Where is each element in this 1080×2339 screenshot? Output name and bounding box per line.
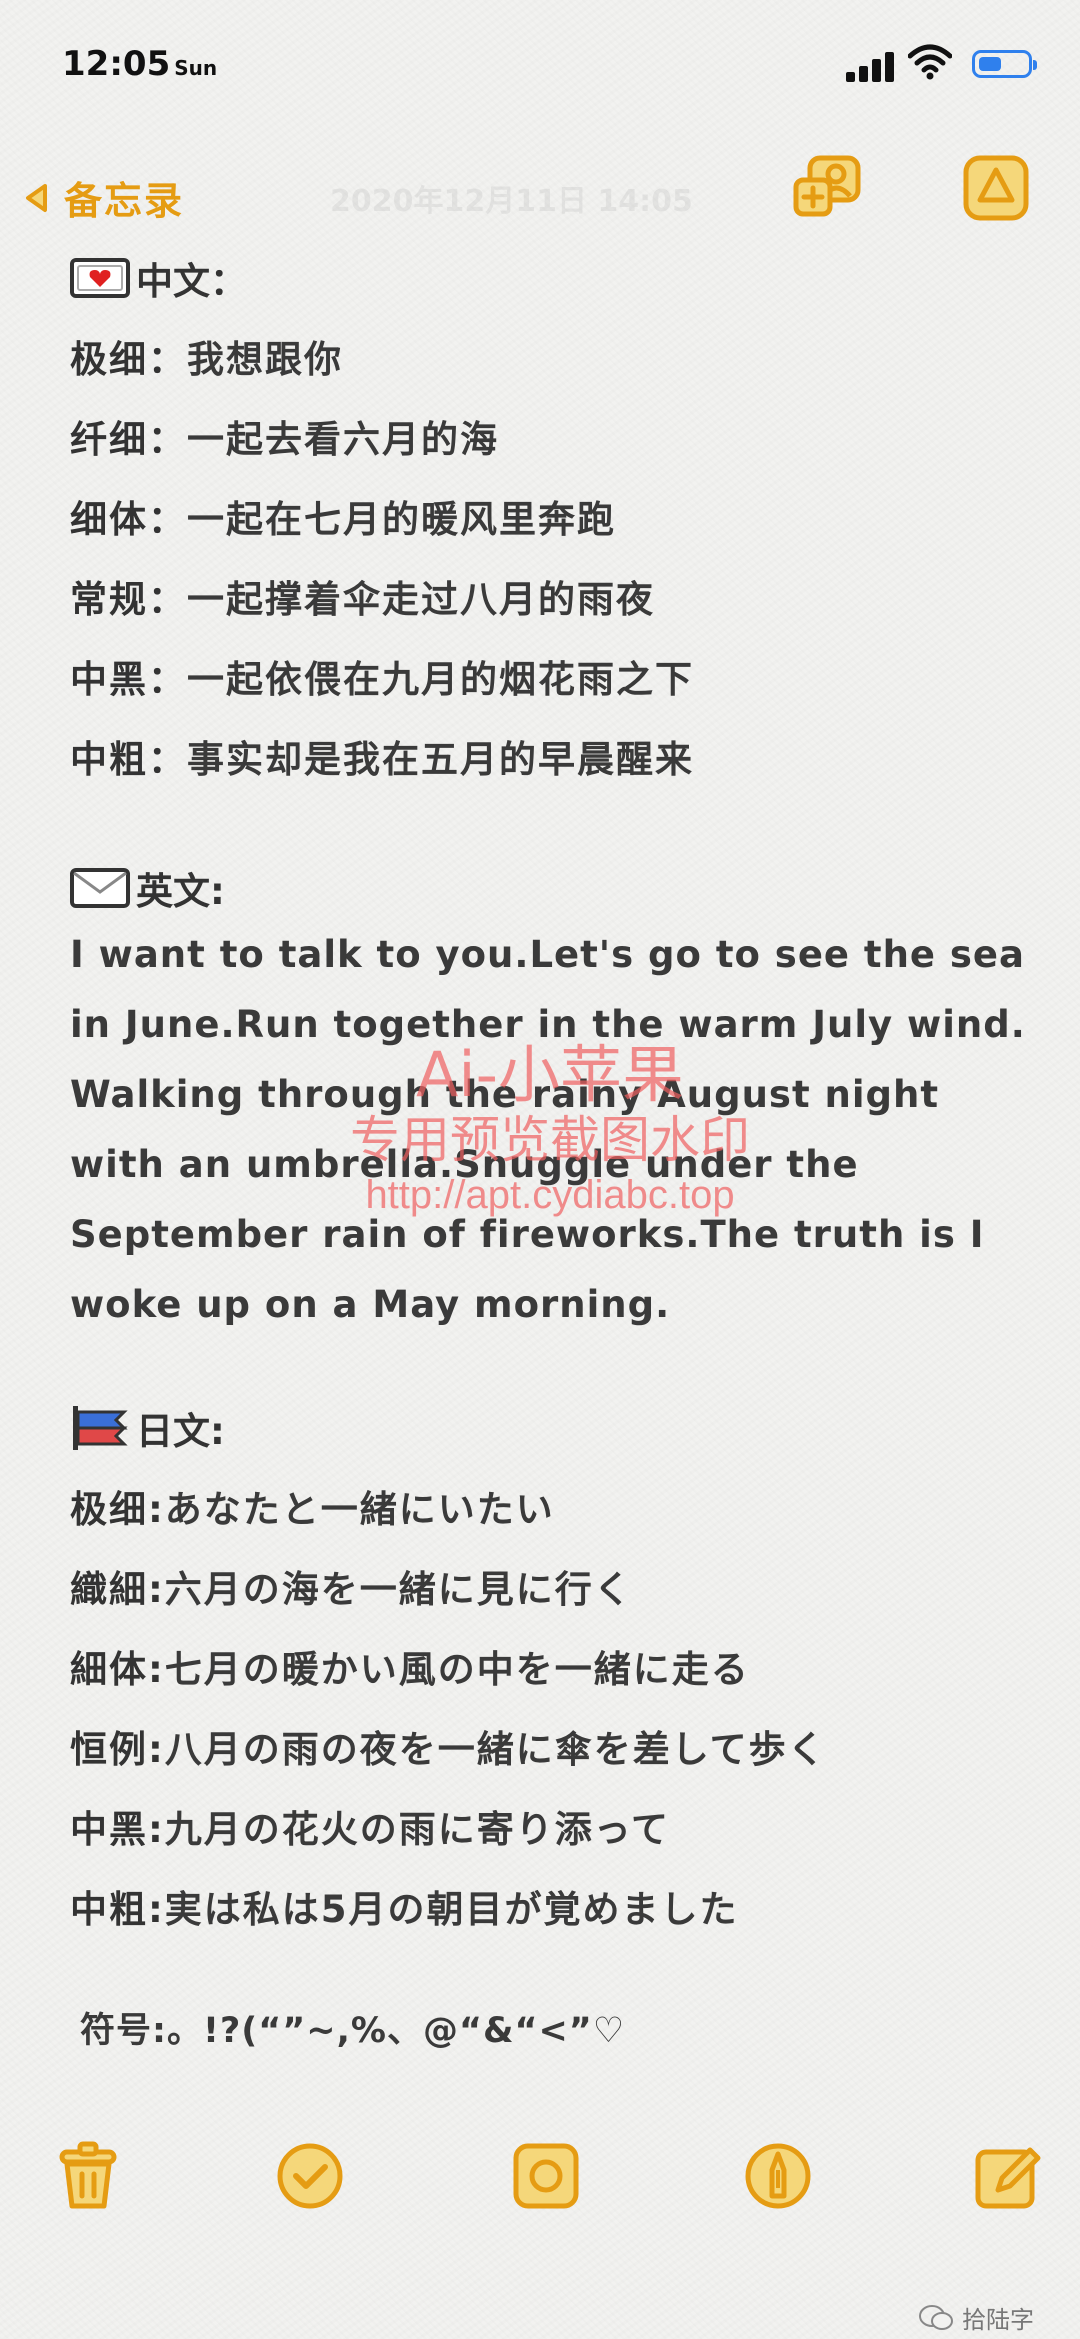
wechat-signature: 拾陆字 <box>918 2300 1034 2335</box>
japanese-line: 极细:あなたと一緒にいたい <box>70 1470 1030 1550</box>
line-label: 細体: <box>70 1648 165 1691</box>
envelope-icon <box>70 868 130 908</box>
add-people-icon[interactable] <box>792 152 864 224</box>
checkmark-icon[interactable] <box>274 2140 346 2212</box>
wechat-icon <box>919 2304 953 2330</box>
line-text: 九月の花火の雨に寄り添って <box>164 1808 670 1851</box>
line-text: 我想跟你 <box>187 338 343 381</box>
day-text: Sun <box>174 56 218 80</box>
heading-text: 中文： <box>136 260 247 303</box>
note-body[interactable]: 中文： 极细：我想跟你 纤细：一起去看六月的海 细体：一起在七月的暖风里奔跑 常… <box>70 250 1030 2053</box>
line-label: 纤细： <box>70 418 187 461</box>
line-label: 细体： <box>70 498 187 541</box>
japanese-line: 織細:六月の海を一緒に見に行く <box>70 1550 1030 1630</box>
line-text: 実は私は5月の朝目が覚めました <box>164 1888 739 1931</box>
line-text: 一起去看六月的海 <box>187 418 499 461</box>
line-label: 恒例: <box>70 1728 165 1771</box>
line-label: 織細: <box>70 1568 165 1611</box>
line-label: 极细： <box>70 338 187 381</box>
love-letter-icon <box>70 258 130 298</box>
chinese-line: 极细：我想跟你 <box>70 320 1030 400</box>
japanese-line: 細体:七月の暖かい風の中を一緒に走る <box>70 1630 1030 1710</box>
note-datetime: 2020年12月11日 14:05 <box>330 184 693 219</box>
japanese-line: 中粗:実は私は5月の朝目が覚めました <box>70 1870 1030 1950</box>
section-heading-english: 英文: <box>70 860 1030 916</box>
line-label: 极细: <box>70 1488 165 1531</box>
section-heading-japanese: 日文: <box>70 1400 1030 1456</box>
line-label: 中黑： <box>70 658 187 701</box>
time-text: 12:05 <box>62 44 171 84</box>
line-text: あなたと一緒にいたい <box>164 1488 555 1531</box>
japanese-line: 恒例:八月の雨の夜を一緒に傘を差して歩く <box>70 1710 1030 1790</box>
camera-icon[interactable] <box>510 2140 582 2212</box>
back-button[interactable]: 备忘录 <box>20 170 184 225</box>
cellular-signal-icon <box>846 50 898 82</box>
line-text: 一起在七月的暖风里奔跑 <box>187 498 616 541</box>
trash-icon[interactable] <box>52 2140 124 2212</box>
back-label: 备忘录 <box>64 179 185 223</box>
nav-bar: 备忘录 2020年12月11日 14:05 <box>0 140 1080 240</box>
compose-icon[interactable] <box>972 2140 1044 2212</box>
line-label: 中粗: <box>70 1888 165 1931</box>
heading-text: 日文: <box>136 1410 225 1453</box>
line-text: 七月の暖かい風の中を一緒に走る <box>164 1648 750 1691</box>
wifi-icon <box>908 44 952 80</box>
section-heading-chinese: 中文： <box>70 250 1030 306</box>
line-label: 中黑: <box>70 1808 165 1851</box>
wechat-name: 拾陆字 <box>962 2306 1034 2334</box>
chinese-line: 细体：一起在七月的暖风里奔跑 <box>70 480 1030 560</box>
line-text: 一起撑着伞走过八月的雨夜 <box>187 578 655 621</box>
symbols-line: 符号:。!?(“”~,%、@“&“<”♡ <box>80 2011 626 2051</box>
line-label: 中粗： <box>70 738 187 781</box>
line-text: 一起依偎在九月的烟花雨之下 <box>187 658 694 701</box>
pen-icon[interactable] <box>742 2140 814 2212</box>
carp-streamer-icon <box>73 1406 128 1450</box>
heading-text: 英文: <box>136 870 225 913</box>
chinese-line: 常规：一起撑着伞走过八月的雨夜 <box>70 560 1030 640</box>
chinese-line: 中黑：一起依偎在九月的烟花雨之下 <box>70 640 1030 720</box>
chinese-line: 中粗：事实却是我在五月的早晨醒来 <box>70 720 1030 800</box>
english-paragraph: I want to talk to you.Let's go to see th… <box>70 933 1026 1326</box>
line-label: 常规： <box>70 578 187 621</box>
line-text: 八月の雨の夜を一緒に傘を差して歩く <box>164 1728 827 1771</box>
chevron-left-icon <box>26 183 47 212</box>
status-time: 12:05 Sun <box>62 44 217 84</box>
bottom-toolbar <box>0 2130 1080 2230</box>
line-text: 事实却是我在五月的早晨醒来 <box>187 738 694 781</box>
status-bar: 12:05 Sun <box>0 0 1080 140</box>
battery-icon <box>972 50 1037 78</box>
share-icon[interactable] <box>960 152 1032 224</box>
line-text: 六月の海を一緒に見に行く <box>164 1568 633 1611</box>
chinese-line: 纤细：一起去看六月的海 <box>70 400 1030 480</box>
japanese-line: 中黑:九月の花火の雨に寄り添って <box>70 1790 1030 1870</box>
